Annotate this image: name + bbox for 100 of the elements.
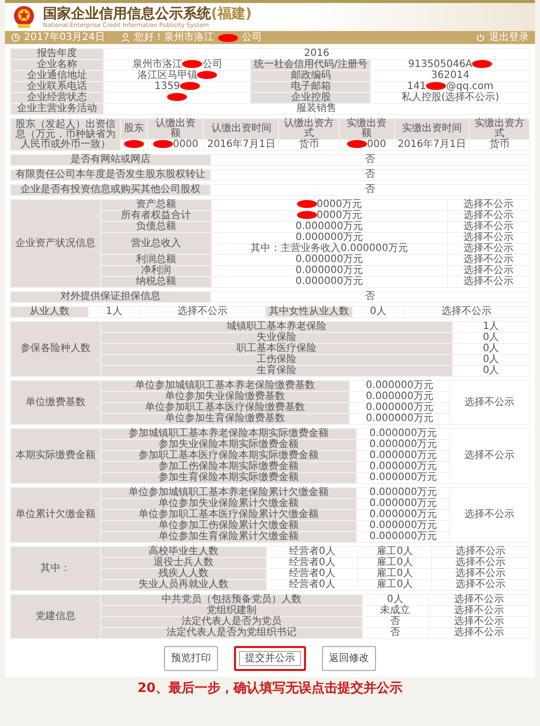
field-value: 公司 (202, 59, 222, 70)
field-value: 0.000000万元 (350, 392, 450, 402)
field-label: 单位参加城镇职工基本养老保险累计欠缴金额 (100, 488, 357, 498)
field-value: 0.000000万元 (211, 266, 448, 276)
section-title: 单位缴费基数 (10, 380, 100, 424)
section-title: 其中： (10, 546, 100, 590)
field-label: 所有者权益合计 (100, 210, 212, 222)
field-value: 2016 (104, 48, 530, 60)
field-value: @qq.com (446, 81, 494, 92)
table-cell: 货币 (469, 140, 530, 150)
field-value: 0.000000万元 (356, 498, 450, 510)
privacy-text: 选择不公示 (450, 428, 530, 484)
field-value: 913505046A (408, 59, 472, 70)
privacy-text: 选择不公示 (432, 580, 530, 590)
field-label: 有限责任公司本年度是否发生股东股权转让 (10, 170, 210, 180)
field-value: 雇工0人 (358, 558, 432, 568)
privacy-text: 选择不公示 (448, 276, 530, 288)
field-label: 法定代表人是否为党组织书记 (100, 628, 362, 638)
field-value: 否 (210, 292, 530, 302)
field-label: 单位参加失业保险缴费基数 (100, 392, 350, 402)
table-cell: 货币 (278, 140, 340, 150)
field-label: 报告年度 (10, 48, 104, 60)
field-value: 0000万元 (316, 199, 362, 210)
field-label: 单位参加职工基本医疗保险累计欠缴金额 (100, 510, 357, 520)
field-value: 0人 (452, 366, 530, 376)
field-value: 雇工0人 (358, 580, 432, 590)
field-label: 企业主营业务活动 (10, 104, 104, 114)
field-label: 纳税总额 (100, 276, 212, 288)
field-value: 0人 (452, 354, 530, 366)
field-value: 雇工0人 (358, 546, 432, 558)
table-cell: 000 (367, 139, 386, 150)
field-value: 经营者0人 (266, 558, 358, 568)
field-label: 参加城镇职工基本养老保险本期实际缴费金额 (100, 428, 357, 440)
field-value: 洛江区马甲镇 (137, 70, 198, 81)
field-label: 净利润 (100, 266, 212, 276)
field-label: 统一社会信用代码/注册号 (250, 60, 371, 70)
field-value: 未成立 (362, 606, 428, 616)
field-label: 企业是否有投资信息或购买其他公司股权 (10, 184, 210, 196)
field-value: 0.000000万元 (356, 440, 450, 450)
field-value: 0000万元 (316, 210, 362, 221)
field-label: 职工基本医疗保险 (100, 344, 453, 354)
field-value: 否 (210, 184, 530, 196)
field-value: 否 (362, 616, 428, 628)
section-title: 本期实际缴费金额 (10, 428, 100, 484)
field-value: 0.000000万元 (356, 510, 450, 520)
field-label: 其中女性从业人数 (265, 306, 352, 318)
field-value: 0人 (352, 306, 404, 318)
field-label: 生育保险 (100, 366, 453, 376)
action-button[interactable]: 提交并公示 (234, 646, 306, 671)
privacy-text: 选择不公示 (432, 568, 530, 580)
power-icon (476, 33, 485, 42)
field-value: 其中：主营业务收入0.000000万元 (211, 244, 448, 254)
section-title: 股东（发起人）出资信息（万元，币种缺省为人民币或外币一致） (10, 118, 120, 150)
field-value: 1359 (154, 81, 180, 92)
action-button[interactable]: 预览打印 (164, 646, 218, 671)
field-label: 企业联系电话 (10, 82, 104, 92)
field-label: 单位参加工伤保险累计欠缴金额 (100, 520, 357, 532)
field-value: 泉州市洛江 (132, 59, 182, 70)
privacy-text: 选择不公示 (448, 244, 530, 254)
field-label: 参加失业保险本期实际缴费金额 (100, 440, 357, 450)
field-label: 负债总额 (100, 222, 212, 232)
column-header: 实缴出资额 (339, 118, 394, 140)
field-value: 0.000000万元 (356, 462, 450, 472)
field-label: 对外提供保证担保信息 (10, 292, 210, 302)
field-value: 1人 (88, 306, 140, 318)
greeting-text: 公司 (242, 31, 262, 44)
field-label: 企业名称 (10, 60, 104, 70)
table-cell: 2016年7月1日 (204, 140, 279, 150)
field-value: 私人控股(选择不公示) (370, 92, 530, 104)
privacy-text: 选择不公示 (428, 594, 530, 606)
field-value: 0.000000万元 (356, 472, 450, 484)
action-button[interactable]: 返回修改 (322, 646, 376, 671)
field-label: 退役士兵人数 (100, 558, 266, 568)
field-label: 单位参加城镇职工基本养老保险缴费基数 (100, 380, 350, 392)
field-label: 残疾人人数 (100, 568, 266, 580)
field-label: 高校毕业生人数 (100, 546, 266, 558)
section-title: 单位累计欠缴金额 (10, 488, 100, 542)
field-label: 中共党员（包括预备党员）人数 (100, 594, 362, 606)
field-value: 0人 (452, 344, 530, 354)
column-header: 认缴出资时间 (204, 118, 279, 140)
field-value: 0人 (362, 594, 428, 606)
site-title: 国家企业信用信息公示系统(福建) (43, 6, 252, 22)
privacy-text: 选择不公示 (428, 628, 530, 638)
field-value: 141 (407, 81, 426, 92)
field-label: 邮政编码 (250, 70, 371, 82)
field-label: 法定代表人是否为党员 (100, 616, 362, 628)
column-header: 认缴出资额 (148, 118, 204, 140)
field-value: 0.000000万元 (211, 232, 448, 244)
instruction-note: 20、最后一步，确认填写无误点击提交并公示 (136, 680, 404, 698)
privacy-text: 选择不公示 (448, 254, 530, 266)
field-value: 雇工0人 (358, 568, 432, 580)
field-value: 否 (210, 170, 530, 180)
field-value: 1人 (452, 322, 530, 332)
privacy-text: 选择不公示 (448, 222, 530, 232)
field-label: 党组织建制 (100, 606, 362, 616)
emblem-icon (13, 5, 35, 29)
field-label: 从业人数 (10, 306, 88, 318)
field-label: 参加工伤保险本期实际缴费金额 (100, 462, 357, 472)
section-title: 党建信息 (10, 594, 100, 638)
field-value: 0.000000万元 (356, 532, 450, 542)
